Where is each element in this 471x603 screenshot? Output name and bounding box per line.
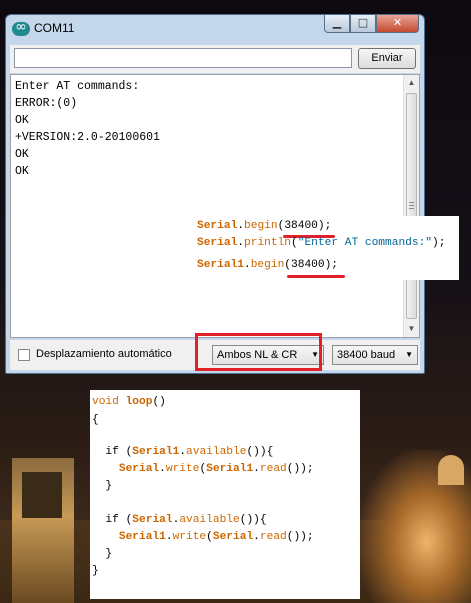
- baud-rate-select[interactable]: 38400 baud ▼: [332, 345, 418, 365]
- setup-code-snippet: Serial.begin(38400); Serial.println("Ent…: [195, 216, 459, 280]
- grip-line: [409, 202, 414, 203]
- code-line: if (Serial.available()){: [92, 514, 267, 526]
- window-title: COM11: [34, 21, 75, 35]
- grip-line: [409, 208, 414, 209]
- chevron-down-icon: ▼: [405, 350, 413, 359]
- background-dome: [438, 455, 464, 485]
- minimize-button[interactable]: ▁: [324, 15, 350, 33]
- output-line: OK: [15, 165, 29, 178]
- code-line: {: [92, 414, 99, 426]
- vertical-scrollbar[interactable]: ▲ ▼: [403, 75, 419, 337]
- code-line: Serial.write(Serial1.read());: [118, 463, 314, 475]
- serial-input[interactable]: [14, 48, 352, 68]
- background-tower-window: [22, 472, 62, 518]
- code-line: }: [92, 480, 113, 492]
- loop-code-snippet: void loop() { if (Serial1.available()){ …: [90, 390, 360, 599]
- grip-line: [409, 205, 414, 206]
- code-line-serial1-begin: Serial1.begin(38400);: [197, 259, 339, 271]
- code-line-serial-begin: Serial.begin(38400);: [197, 220, 332, 232]
- output-line: OK: [15, 148, 29, 161]
- title-bar[interactable]: COM11 ▁ □ ✕: [6, 15, 424, 43]
- code-line: }: [92, 565, 99, 577]
- output-line: OK: [15, 114, 29, 127]
- code-line-serial-println: Serial.println("Enter AT commands:");: [197, 237, 446, 249]
- scroll-down-icon[interactable]: ▼: [404, 321, 419, 337]
- output-line: Enter AT commands:: [15, 80, 140, 93]
- code-line: }: [92, 548, 113, 560]
- scroll-up-icon[interactable]: ▲: [404, 75, 419, 91]
- code-line: Serial1.write(Serial.read());: [118, 531, 314, 543]
- autoscroll-checkbox[interactable]: [18, 349, 30, 361]
- red-underline: [287, 275, 345, 278]
- serial-output: Enter AT commands: ERROR:(0) OK +VERSION…: [10, 74, 420, 338]
- serial-monitor-window: COM11 ▁ □ ✕ Enviar Enter AT commands: ER…: [5, 14, 425, 374]
- code-line: if (Serial1.available()){: [92, 446, 274, 458]
- close-button[interactable]: ✕: [376, 15, 419, 33]
- send-button[interactable]: Enviar: [358, 48, 416, 69]
- maximize-button[interactable]: □: [350, 15, 376, 33]
- baud-rate-value: 38400 baud: [337, 349, 396, 361]
- output-line: +VERSION:2.0-20100601: [15, 131, 160, 144]
- send-row: Enviar: [10, 45, 420, 73]
- arduino-logo-icon: [12, 19, 30, 36]
- output-line: ERROR:(0): [15, 97, 78, 110]
- highlight-box-line-ending: [195, 333, 322, 371]
- code-line: void loop(): [92, 396, 166, 408]
- scroll-thumb[interactable]: [406, 93, 417, 319]
- autoscroll-label: Desplazamiento automático: [36, 348, 172, 360]
